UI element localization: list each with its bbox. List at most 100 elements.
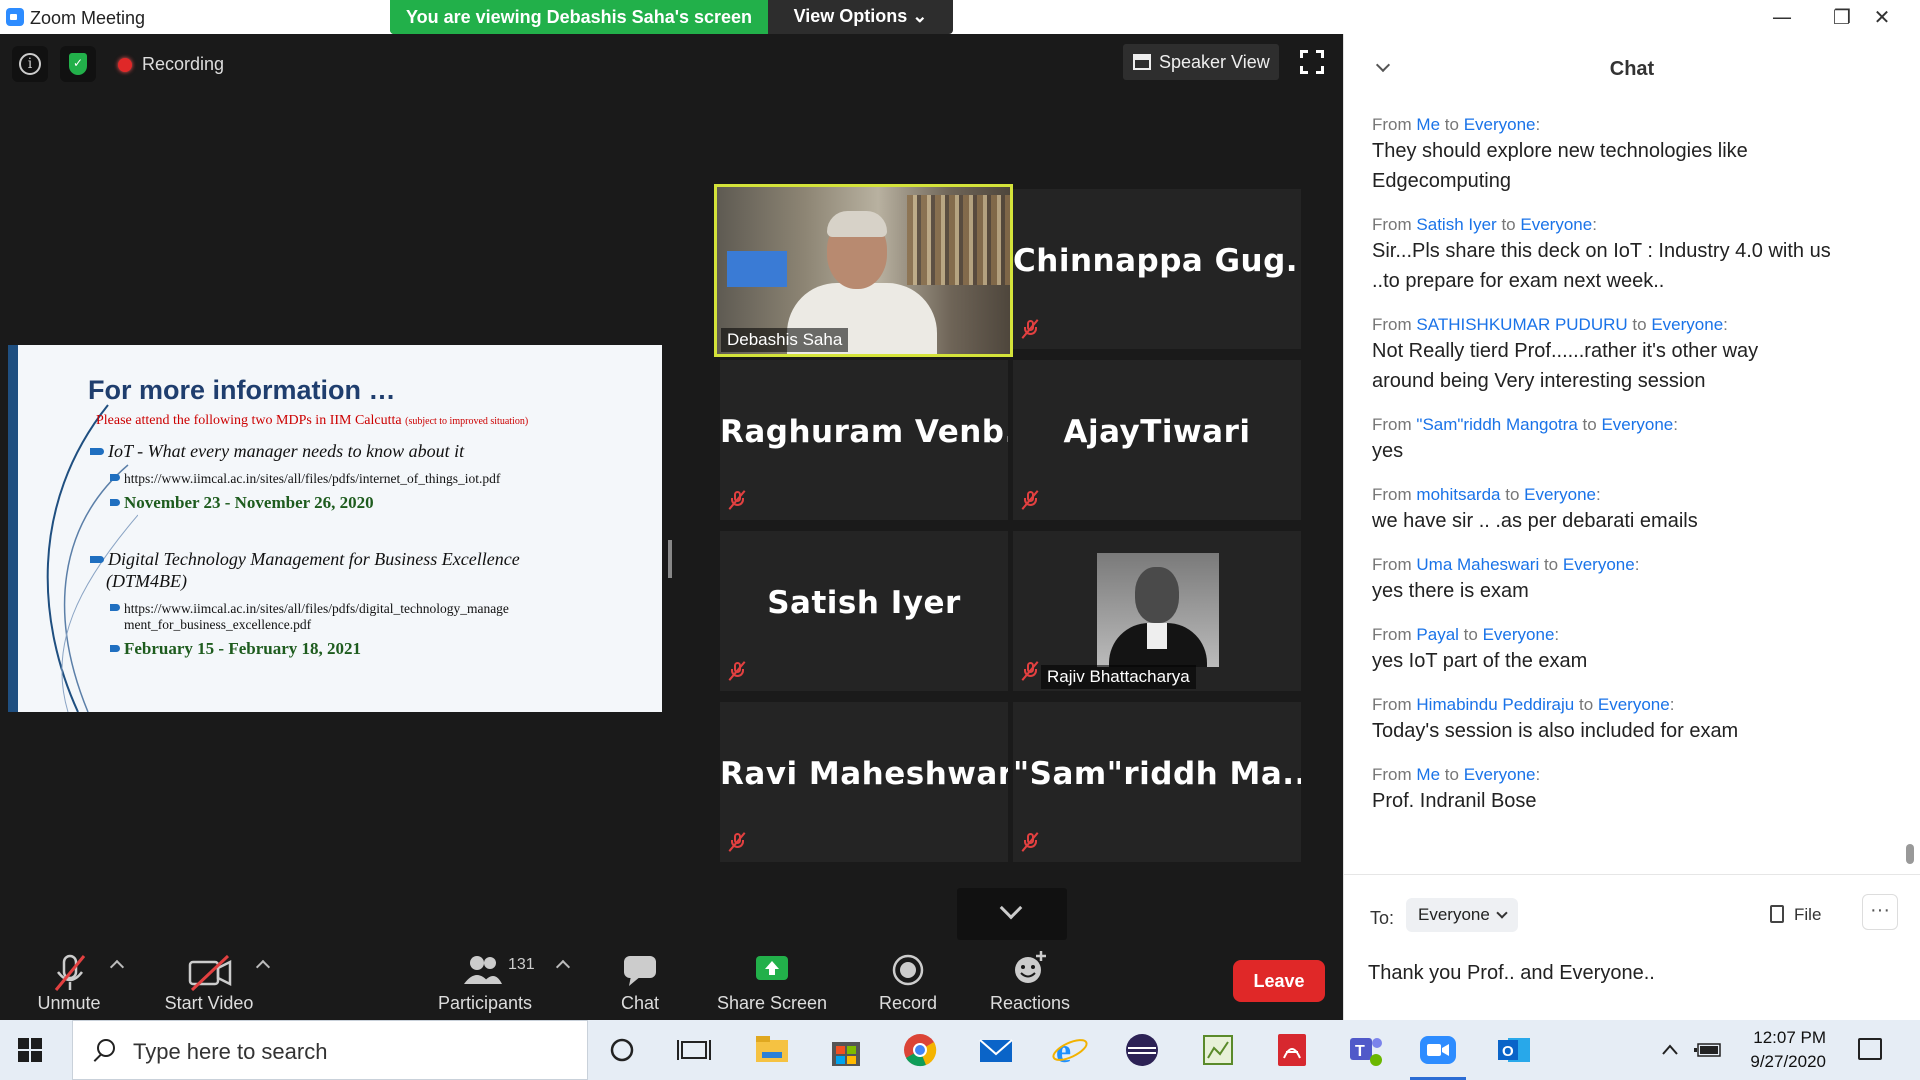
minimize-button[interactable]: — xyxy=(1762,4,1802,30)
muted-mic-icon xyxy=(1021,832,1039,852)
chat-message: From mohitsarda to Everyone: we have sir … xyxy=(1372,484,1892,536)
participants-options-caret[interactable] xyxy=(555,959,571,975)
video-tile-participant[interactable]: Rajiv Bhattacharya xyxy=(1013,531,1301,691)
chat-sender-name[interactable]: Payal xyxy=(1416,625,1459,644)
slide-course-2-title: Digital Technology Management for Busine… xyxy=(90,549,520,570)
meeting-area: i ✓ Recording Speaker View For more info… xyxy=(0,34,1343,1020)
chat-message-meta: From Himabindu Peddiraju to Everyone: xyxy=(1372,695,1675,714)
mail-icon[interactable] xyxy=(976,1030,1016,1070)
eclipse-icon[interactable] xyxy=(1122,1030,1162,1070)
participants-label: Participants xyxy=(437,993,533,1013)
leave-meeting-button[interactable]: Leave xyxy=(1233,960,1325,1002)
svg-text:T: T xyxy=(1355,1043,1365,1060)
chat-more-options-button[interactable]: ··· xyxy=(1862,894,1898,930)
record-icon xyxy=(892,954,924,986)
chat-recipient-name[interactable]: Everyone xyxy=(1598,695,1670,714)
chat-message-meta: From Satish Iyer to Everyone: xyxy=(1372,215,1597,234)
speaker-view-label: Speaker View xyxy=(1159,52,1270,72)
chrome-icon[interactable] xyxy=(900,1030,940,1070)
microsoft-store-icon[interactable] xyxy=(826,1030,866,1070)
send-file-button[interactable]: File xyxy=(1770,900,1821,930)
recording-indicator[interactable]: Recording xyxy=(110,48,238,80)
security-shield-button[interactable]: ✓ xyxy=(60,46,96,82)
fullscreen-icon[interactable] xyxy=(1300,50,1324,74)
chat-message-text: yes there is exam xyxy=(1372,580,1529,602)
chat-scrollbar[interactable] xyxy=(1906,844,1914,864)
chat-recipient-name[interactable]: Everyone xyxy=(1483,625,1555,644)
acrobat-reader-icon[interactable] xyxy=(1272,1030,1312,1070)
video-tile-debashis-saha[interactable]: Debashis Saha xyxy=(714,184,1013,357)
chat-sender-name[interactable]: mohitsarda xyxy=(1416,485,1500,504)
shared-screen-slide: For more information … Please attend the… xyxy=(8,345,662,712)
chat-sender-name[interactable]: Me xyxy=(1416,115,1440,134)
task-view-icon[interactable] xyxy=(674,1030,714,1070)
chat-message-text: yes xyxy=(1372,440,1404,462)
chat-message: From Payal to Everyone: yes IoT part of t… xyxy=(1372,624,1892,676)
share-screen-button[interactable]: Share Screen xyxy=(717,940,827,1020)
record-button[interactable]: Record xyxy=(868,940,948,1020)
zoom-taskbar-icon[interactable] xyxy=(1410,1030,1466,1080)
close-button[interactable]: ✕ xyxy=(1862,4,1902,30)
restore-button[interactable]: ❐ xyxy=(1822,4,1862,30)
slide-course-1-title: IoT - What every manager needs to know a… xyxy=(90,441,464,462)
clock-date: 9/27/2020 xyxy=(1750,1052,1826,1071)
reactions-button[interactable]: Reactions xyxy=(982,940,1078,1020)
file-explorer-icon[interactable] xyxy=(752,1030,792,1070)
teams-icon[interactable]: T xyxy=(1346,1030,1386,1070)
video-off-icon xyxy=(188,954,232,992)
cortana-icon[interactable] xyxy=(602,1030,642,1070)
system-clock[interactable]: 12:07 PM 9/27/2020 xyxy=(1730,1026,1826,1074)
participant-name: Chinnappa Gug... xyxy=(1013,243,1301,279)
chat-recipient-name[interactable]: Everyone xyxy=(1464,765,1536,784)
gallery-next-page-button[interactable] xyxy=(957,888,1067,940)
internet-explorer-icon[interactable]: e xyxy=(1050,1030,1090,1070)
to-label: To: xyxy=(1370,908,1395,928)
view-options-button[interactable]: View Options ⌄ xyxy=(768,0,953,34)
chat-recipient-name[interactable]: Everyone xyxy=(1601,415,1673,434)
chat-recipient-name[interactable]: Everyone xyxy=(1524,485,1596,504)
video-tile-participant[interactable]: AjayTiwari xyxy=(1013,360,1301,520)
taskbar-search-box[interactable]: Type here to search xyxy=(72,1020,588,1080)
chat-sender-name[interactable]: SATHISHKUMAR PUDURU xyxy=(1416,315,1627,334)
recording-label: Recording xyxy=(142,54,225,74)
windows-start-button[interactable] xyxy=(18,1038,42,1062)
battery-icon[interactable] xyxy=(1694,1040,1724,1060)
meeting-info-button[interactable]: i xyxy=(12,46,48,82)
chat-sender-name[interactable]: "Sam"riddh Mangotra xyxy=(1416,415,1577,434)
chat-button[interactable]: Chat xyxy=(610,940,670,1020)
video-tile-participant[interactable]: Chinnappa Gug... xyxy=(1013,189,1301,349)
chat-recipient-name[interactable]: Everyone xyxy=(1464,115,1536,134)
chat-recipient-name[interactable]: Everyone xyxy=(1651,315,1723,334)
chat-recipient-name[interactable]: Everyone xyxy=(1563,555,1635,574)
chat-message: From Himabindu Peddiraju to Everyone: Tod… xyxy=(1372,694,1892,746)
reactions-emoji-icon xyxy=(1015,951,1046,983)
chat-sender-name[interactable]: Me xyxy=(1416,765,1440,784)
outlook-icon[interactable]: O xyxy=(1494,1030,1534,1070)
split-view-divider[interactable] xyxy=(668,540,672,578)
chat-recipient-name[interactable]: Everyone xyxy=(1520,215,1592,234)
speaker-view-button[interactable]: Speaker View xyxy=(1123,44,1279,80)
tray-chevron-up-icon[interactable] xyxy=(1660,1040,1680,1060)
video-tile-participant[interactable]: Raghuram Venb... xyxy=(720,360,1008,520)
action-center-notification-icon[interactable] xyxy=(1858,1038,1882,1060)
chat-message-input[interactable] xyxy=(1368,956,1898,990)
muted-mic-icon xyxy=(728,490,746,510)
video-tile-participant[interactable]: "Sam"riddh Ma... xyxy=(1013,702,1301,862)
unmute-button[interactable]: Unmute xyxy=(20,940,118,1020)
chat-sender-name[interactable]: Satish Iyer xyxy=(1416,215,1496,234)
search-icon xyxy=(97,1039,115,1057)
video-tile-participant[interactable]: Ravi Maheshwari xyxy=(720,702,1008,862)
zoom-camera-icon xyxy=(1420,1036,1456,1064)
chat-sender-name[interactable]: Uma Maheswari xyxy=(1416,555,1539,574)
participants-button[interactable]: 131 Participants xyxy=(430,940,540,1020)
spreadsheet-app-icon[interactable] xyxy=(1198,1030,1238,1070)
svg-text:e: e xyxy=(1056,1033,1071,1070)
slide-course-2-url: https://www.iimcal.ac.in/sites/all/files… xyxy=(110,601,509,617)
chat-message-text: Not Really tierd Prof......rather it's o… xyxy=(1372,340,1759,362)
unmute-label: Unmute xyxy=(37,993,101,1013)
recipient-dropdown[interactable]: Everyone xyxy=(1406,898,1518,932)
chat-sender-name[interactable]: Himabindu Peddiraju xyxy=(1416,695,1574,714)
windows-taskbar: Type here to search e T O 12:07 PM 9/27/… xyxy=(0,1020,1920,1080)
video-tile-participant[interactable]: Satish Iyer xyxy=(720,531,1008,691)
start-video-button[interactable]: Start Video xyxy=(150,940,268,1020)
